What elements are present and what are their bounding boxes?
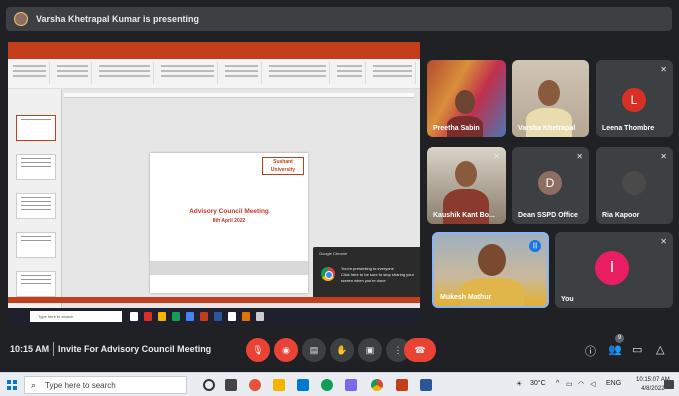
slide-thumbnail [16, 154, 56, 180]
presenter-avatar [14, 12, 28, 26]
chrome-sharing-toast: Google Chrome You're presenting to every… [313, 247, 420, 299]
tray-chevron-icon[interactable]: ^ [556, 380, 559, 387]
meeting-time: 10:15 AM [10, 344, 50, 354]
edge-icon[interactable] [321, 379, 333, 391]
taskbar-search[interactable]: ⌕ Type here to search [24, 376, 187, 394]
participant-name: Mukesh Mathur [440, 294, 492, 301]
powerpoint-ribbon-tabs [8, 52, 420, 59]
people-icon[interactable]: 👥 [608, 343, 622, 356]
current-slide: Sushant University Advisory Council Meet… [150, 153, 308, 293]
mic-off-icon: ✕ [660, 152, 667, 161]
participant-count-badge: 9 [615, 334, 624, 343]
app-icon[interactable] [249, 379, 261, 391]
participant-name: Leena Thombre [602, 125, 655, 132]
weather-icon[interactable]: ☀ [516, 380, 522, 388]
task-view-icon[interactable] [225, 379, 237, 391]
ruler [64, 93, 414, 98]
participant-name: Ria Kapoor [602, 212, 640, 219]
chrome-icon [321, 267, 335, 281]
speaking-icon: ||| [529, 240, 541, 252]
mic-off-icon: ✕ [660, 237, 667, 246]
language-indicator[interactable]: ENG [606, 380, 621, 387]
powerpoint-title-bar [8, 42, 420, 52]
self-avatar: I [595, 251, 629, 285]
shared-screen: Sushant University Advisory Council Meet… [8, 42, 420, 325]
cortana-icon[interactable] [203, 379, 215, 391]
windows-start-icon[interactable] [7, 380, 17, 390]
participant-name: Dean SSPD Office [518, 212, 578, 219]
volume-icon[interactable]: ◁ [590, 380, 595, 388]
taskbar-search-placeholder: Type here to search [45, 381, 116, 390]
slide-band [150, 261, 308, 275]
mic-off-icon: ✕ [660, 65, 667, 74]
slide-title: Advisory Council Meeting [189, 208, 269, 215]
slide-thumbnail [16, 232, 56, 258]
presenting-text: Varsha Khetrapal Kumar is presenting [36, 14, 200, 24]
hangup-icon[interactable]: ☎ [404, 338, 436, 362]
participant-tile-speaking[interactable]: ||| Mukesh Mathur [432, 232, 549, 308]
raise-hand-icon[interactable]: ✋ [330, 338, 354, 362]
powerpoint-status-bar [8, 297, 420, 303]
chrome-icon[interactable] [371, 379, 383, 391]
activities-icon[interactable]: △ [656, 343, 664, 356]
slide-thumbnail [16, 115, 56, 141]
meet-control-bar: 10:15 AM Invite For Advisory Council Mee… [0, 330, 679, 370]
search-icon: ⌕ [31, 380, 37, 390]
weather-temp: 30°C [530, 380, 546, 387]
participant-name: You [561, 296, 574, 303]
participant-avatar: D [538, 171, 562, 195]
wifi-icon[interactable]: ◠ [578, 380, 584, 388]
mic-off-icon: ✕ [493, 152, 500, 161]
participant-name: Preetha Sabin [433, 125, 480, 132]
mic-off-icon[interactable]: 🎙 [246, 338, 270, 362]
participant-tile[interactable]: ✕ L Leena Thombre [596, 60, 673, 137]
powerpoint-icon[interactable] [396, 379, 408, 391]
slide-thumbnails [8, 89, 62, 325]
slide-thumbnail [16, 271, 56, 297]
file-explorer-icon[interactable] [273, 379, 285, 391]
self-tile[interactable]: ✕ I You [555, 232, 673, 308]
slide-thumbnail [16, 193, 56, 219]
presenting-banner: Varsha Khetrapal Kumar is presenting [6, 7, 672, 31]
windows-taskbar: ⌕ Type here to search ☀ 30°C ^ ▭ ◠ ◁ ENG… [0, 372, 679, 396]
camera-off-icon[interactable]: ◉ [274, 338, 298, 362]
shared-windows-taskbar: Type here to search [8, 308, 420, 325]
participant-avatar: L [622, 88, 646, 112]
participant-tile[interactable]: ✕ Kaushik Kant Bo... [427, 147, 506, 224]
chat-icon[interactable]: ▭ [632, 343, 642, 356]
participant-tile[interactable]: ✕ Ria Kapoor [596, 147, 673, 224]
word-icon[interactable] [420, 379, 432, 391]
meeting-title: Invite For Advisory Council Meeting [58, 344, 212, 354]
divider [53, 342, 54, 356]
app-icon[interactable] [345, 379, 357, 391]
participant-tile[interactable]: Varsha Khetrapal [512, 60, 589, 137]
network-icon[interactable]: ▭ [566, 380, 573, 388]
university-logo: Sushant University [262, 157, 304, 175]
slide-date: 8th April 2022 [212, 218, 246, 224]
present-icon[interactable]: ▣ [358, 338, 382, 362]
participant-tile[interactable]: ✕ D Dean SSPD Office [512, 147, 589, 224]
store-icon[interactable] [297, 379, 309, 391]
mic-off-icon: ✕ [576, 152, 583, 161]
notification-icon[interactable] [664, 380, 674, 389]
powerpoint-ribbon [8, 59, 420, 89]
info-icon[interactable]: ⓘ [585, 343, 596, 359]
participant-name: Kaushik Kant Bo... [433, 212, 495, 219]
participant-avatar [622, 171, 646, 195]
participant-tile[interactable]: Preetha Sabin [427, 60, 506, 137]
participant-name: Varsha Khetrapal [518, 125, 576, 132]
captions-icon[interactable]: ▤ [302, 338, 326, 362]
